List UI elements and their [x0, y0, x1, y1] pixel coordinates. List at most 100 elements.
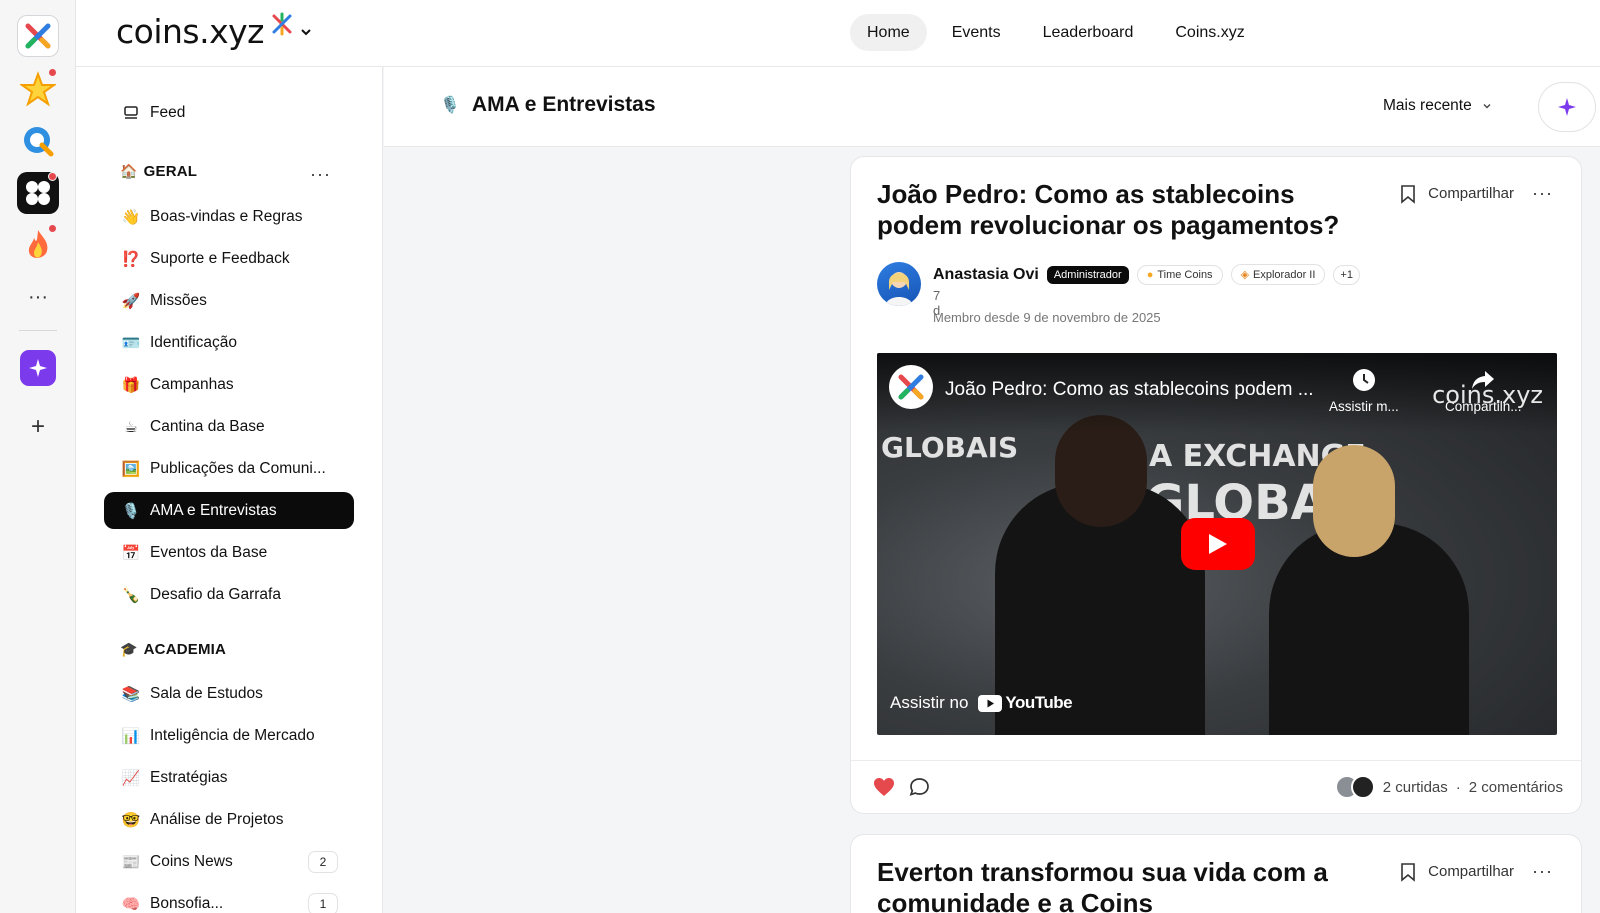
sidebar-item-identificacao[interactable]: 🪪 Identificação [104, 324, 354, 361]
top-header: coins.xyz Home Events Leaderboard Coins.… [76, 0, 1600, 67]
bookmark-icon[interactable] [1400, 862, 1416, 882]
sparkle-icon [1558, 98, 1576, 116]
chevron-down-icon[interactable] [300, 26, 312, 38]
sidebar-item-eventos[interactable]: 📅 Eventos da Base [104, 534, 354, 571]
nerd-face-icon: 🤓 [121, 811, 141, 829]
section-heading-geral: 🏠 GERAL [120, 162, 198, 180]
sidebar-item-missoes[interactable]: 🚀 Missões [104, 282, 354, 319]
watch-later-button[interactable]: Assistir m... [1329, 367, 1399, 414]
coins-app-icon[interactable] [17, 15, 59, 57]
comment-icon[interactable] [909, 777, 930, 797]
video-embed[interactable]: GLOBAIS A EXCHANGE GLOBAL João Pedro: Co… [877, 353, 1557, 735]
nav-leaderboard[interactable]: Leaderboard [1026, 14, 1151, 51]
notification-dot [48, 68, 57, 77]
youtube-logo: YouTube [978, 693, 1073, 713]
more-options-icon[interactable]: ··· [1532, 861, 1553, 882]
bookmark-icon[interactable] [1400, 184, 1416, 204]
brand-mark-icon [272, 12, 292, 35]
clock-icon [1352, 369, 1375, 391]
nav-events[interactable]: Events [935, 14, 1018, 51]
brain-icon: 🧠 [121, 895, 141, 913]
sidebar-item-suporte[interactable]: ⁉️ Suporte e Feedback [104, 240, 354, 277]
notification-dot [48, 172, 57, 181]
sidebar-item-boas-vindas[interactable]: 👋 Boas-vindas e Regras [104, 198, 354, 235]
video-title[interactable]: João Pedro: Como as stablecoins podem ..… [945, 379, 1314, 401]
id-card-icon: 🪪 [121, 334, 141, 352]
sort-dropdown[interactable]: Mais recente [1383, 97, 1492, 115]
sidebar-item-inteligencia[interactable]: 📊 Inteligência de Mercado [104, 717, 354, 754]
sidebar-item-estrategias[interactable]: 📈 Estratégias [104, 759, 354, 796]
compass-icon: ◈ [1240, 269, 1250, 281]
wave-icon: 👋 [121, 208, 141, 226]
add-app-icon[interactable]: + [17, 406, 59, 448]
ai-assistant-button[interactable] [1538, 82, 1596, 132]
liker-avatars[interactable] [1334, 775, 1375, 799]
bar-chart-icon: 📊 [121, 727, 141, 745]
star-app-icon[interactable] [17, 68, 59, 110]
author-name[interactable]: Anastasia Ovi [933, 266, 1039, 284]
more-apps-icon[interactable]: ··· [17, 276, 59, 318]
separator-dot: · [1455, 778, 1461, 796]
coin-icon: ● [1146, 268, 1154, 281]
sidebar-item-campanhas[interactable]: 🎁 Campanhas [104, 366, 354, 403]
question-icon: ⁉️ [121, 250, 141, 268]
post-title[interactable]: João Pedro: Como as stablecoins podem re… [877, 179, 1367, 241]
heart-icon[interactable] [873, 777, 895, 797]
share-button[interactable]: Compartilhar [1428, 863, 1514, 880]
member-tag: ◈ Explorador II [1230, 264, 1326, 285]
search-app-icon[interactable] [17, 120, 59, 162]
share-button[interactable]: Compartilhar [1428, 185, 1514, 202]
member-since: Membro desde 9 de novembro de 2025 [933, 310, 1161, 325]
post-actions: Compartilhar ··· [1400, 183, 1553, 204]
video-person-head [1313, 445, 1395, 557]
video-person [1269, 523, 1469, 735]
sidebar-item-cantina[interactable]: ☕ Cantina da Base [104, 408, 354, 445]
feed-icon [120, 105, 142, 121]
avatar[interactable] [877, 262, 921, 306]
brand-name: coins.xyz [116, 12, 264, 51]
trend-up-icon: 📈 [121, 769, 141, 787]
rocket-icon: 🚀 [121, 292, 141, 310]
sidebar-item-coins-news[interactable]: 📰 Coins News 2 [104, 843, 354, 880]
coffee-icon: ☕ [124, 418, 138, 436]
avatar [1350, 775, 1375, 799]
sidebar-item-feed[interactable]: Feed [104, 94, 354, 131]
section-heading-academia: 🎓 ACADEMIA [120, 640, 227, 658]
space-header: 🎙️ AMA e Entrevistas Mais recente [384, 67, 1600, 147]
channel-logo[interactable] [889, 365, 933, 409]
sidebar-item-sala-estudos[interactable]: 📚 Sala de Estudos [104, 675, 354, 712]
unread-badge: 1 [308, 892, 338, 913]
brand-logo[interactable]: coins.xyz [116, 12, 312, 51]
more-tags-badge[interactable]: +1 [1333, 264, 1360, 285]
gift-icon: 🎁 [121, 376, 141, 394]
likes-count[interactable]: 2 curtidas [1383, 779, 1448, 796]
play-icon [1209, 534, 1227, 554]
page-title: 🎙️ AMA e Entrevistas [440, 93, 656, 116]
sidebar-item-ama[interactable]: 🎙️ AMA e Entrevistas [104, 492, 354, 529]
books-icon: 📚 [121, 685, 141, 703]
post-card: João Pedro: Como as stablecoins podem re… [850, 156, 1582, 814]
youtube-icon [978, 694, 1003, 712]
section-more-icon[interactable]: ··· [310, 164, 331, 185]
watch-on-youtube-link[interactable]: Assistir no YouTube [890, 693, 1073, 713]
member-tag: ● Time Coins [1136, 264, 1223, 285]
sidebar-item-analise[interactable]: 🤓 Análise de Projetos [104, 801, 354, 838]
comments-count[interactable]: 2 comentários [1469, 779, 1563, 796]
role-badge: Administrador [1046, 265, 1129, 284]
newspaper-icon: 📰 [121, 853, 141, 871]
nav-coins-xyz[interactable]: Coins.xyz [1158, 14, 1261, 51]
ai-sparkle-app-icon[interactable] [20, 350, 56, 386]
microphone-icon: 🎙️ [121, 502, 141, 520]
nav-home[interactable]: Home [850, 14, 927, 51]
sidebar-item-publicacoes[interactable]: 🖼️ Publicações da Comuni... [104, 450, 354, 487]
video-watermark: coins.xyz [1432, 381, 1543, 409]
sidebar-item-desafio[interactable]: 🍾 Desafio da Garrafa [104, 576, 354, 613]
flame-app-icon[interactable] [17, 224, 59, 266]
play-button[interactable] [1181, 518, 1255, 570]
post-actions: Compartilhar ··· [1400, 861, 1553, 882]
sidebar-item-bonsofia[interactable]: 🧠 Bonsofia... 1 [104, 885, 354, 913]
post-title[interactable]: Everton transformou sua vida com a comun… [877, 857, 1367, 913]
more-options-icon[interactable]: ··· [1532, 183, 1553, 204]
grid-app-icon[interactable] [17, 172, 59, 214]
app-rail: ··· + [0, 0, 76, 913]
